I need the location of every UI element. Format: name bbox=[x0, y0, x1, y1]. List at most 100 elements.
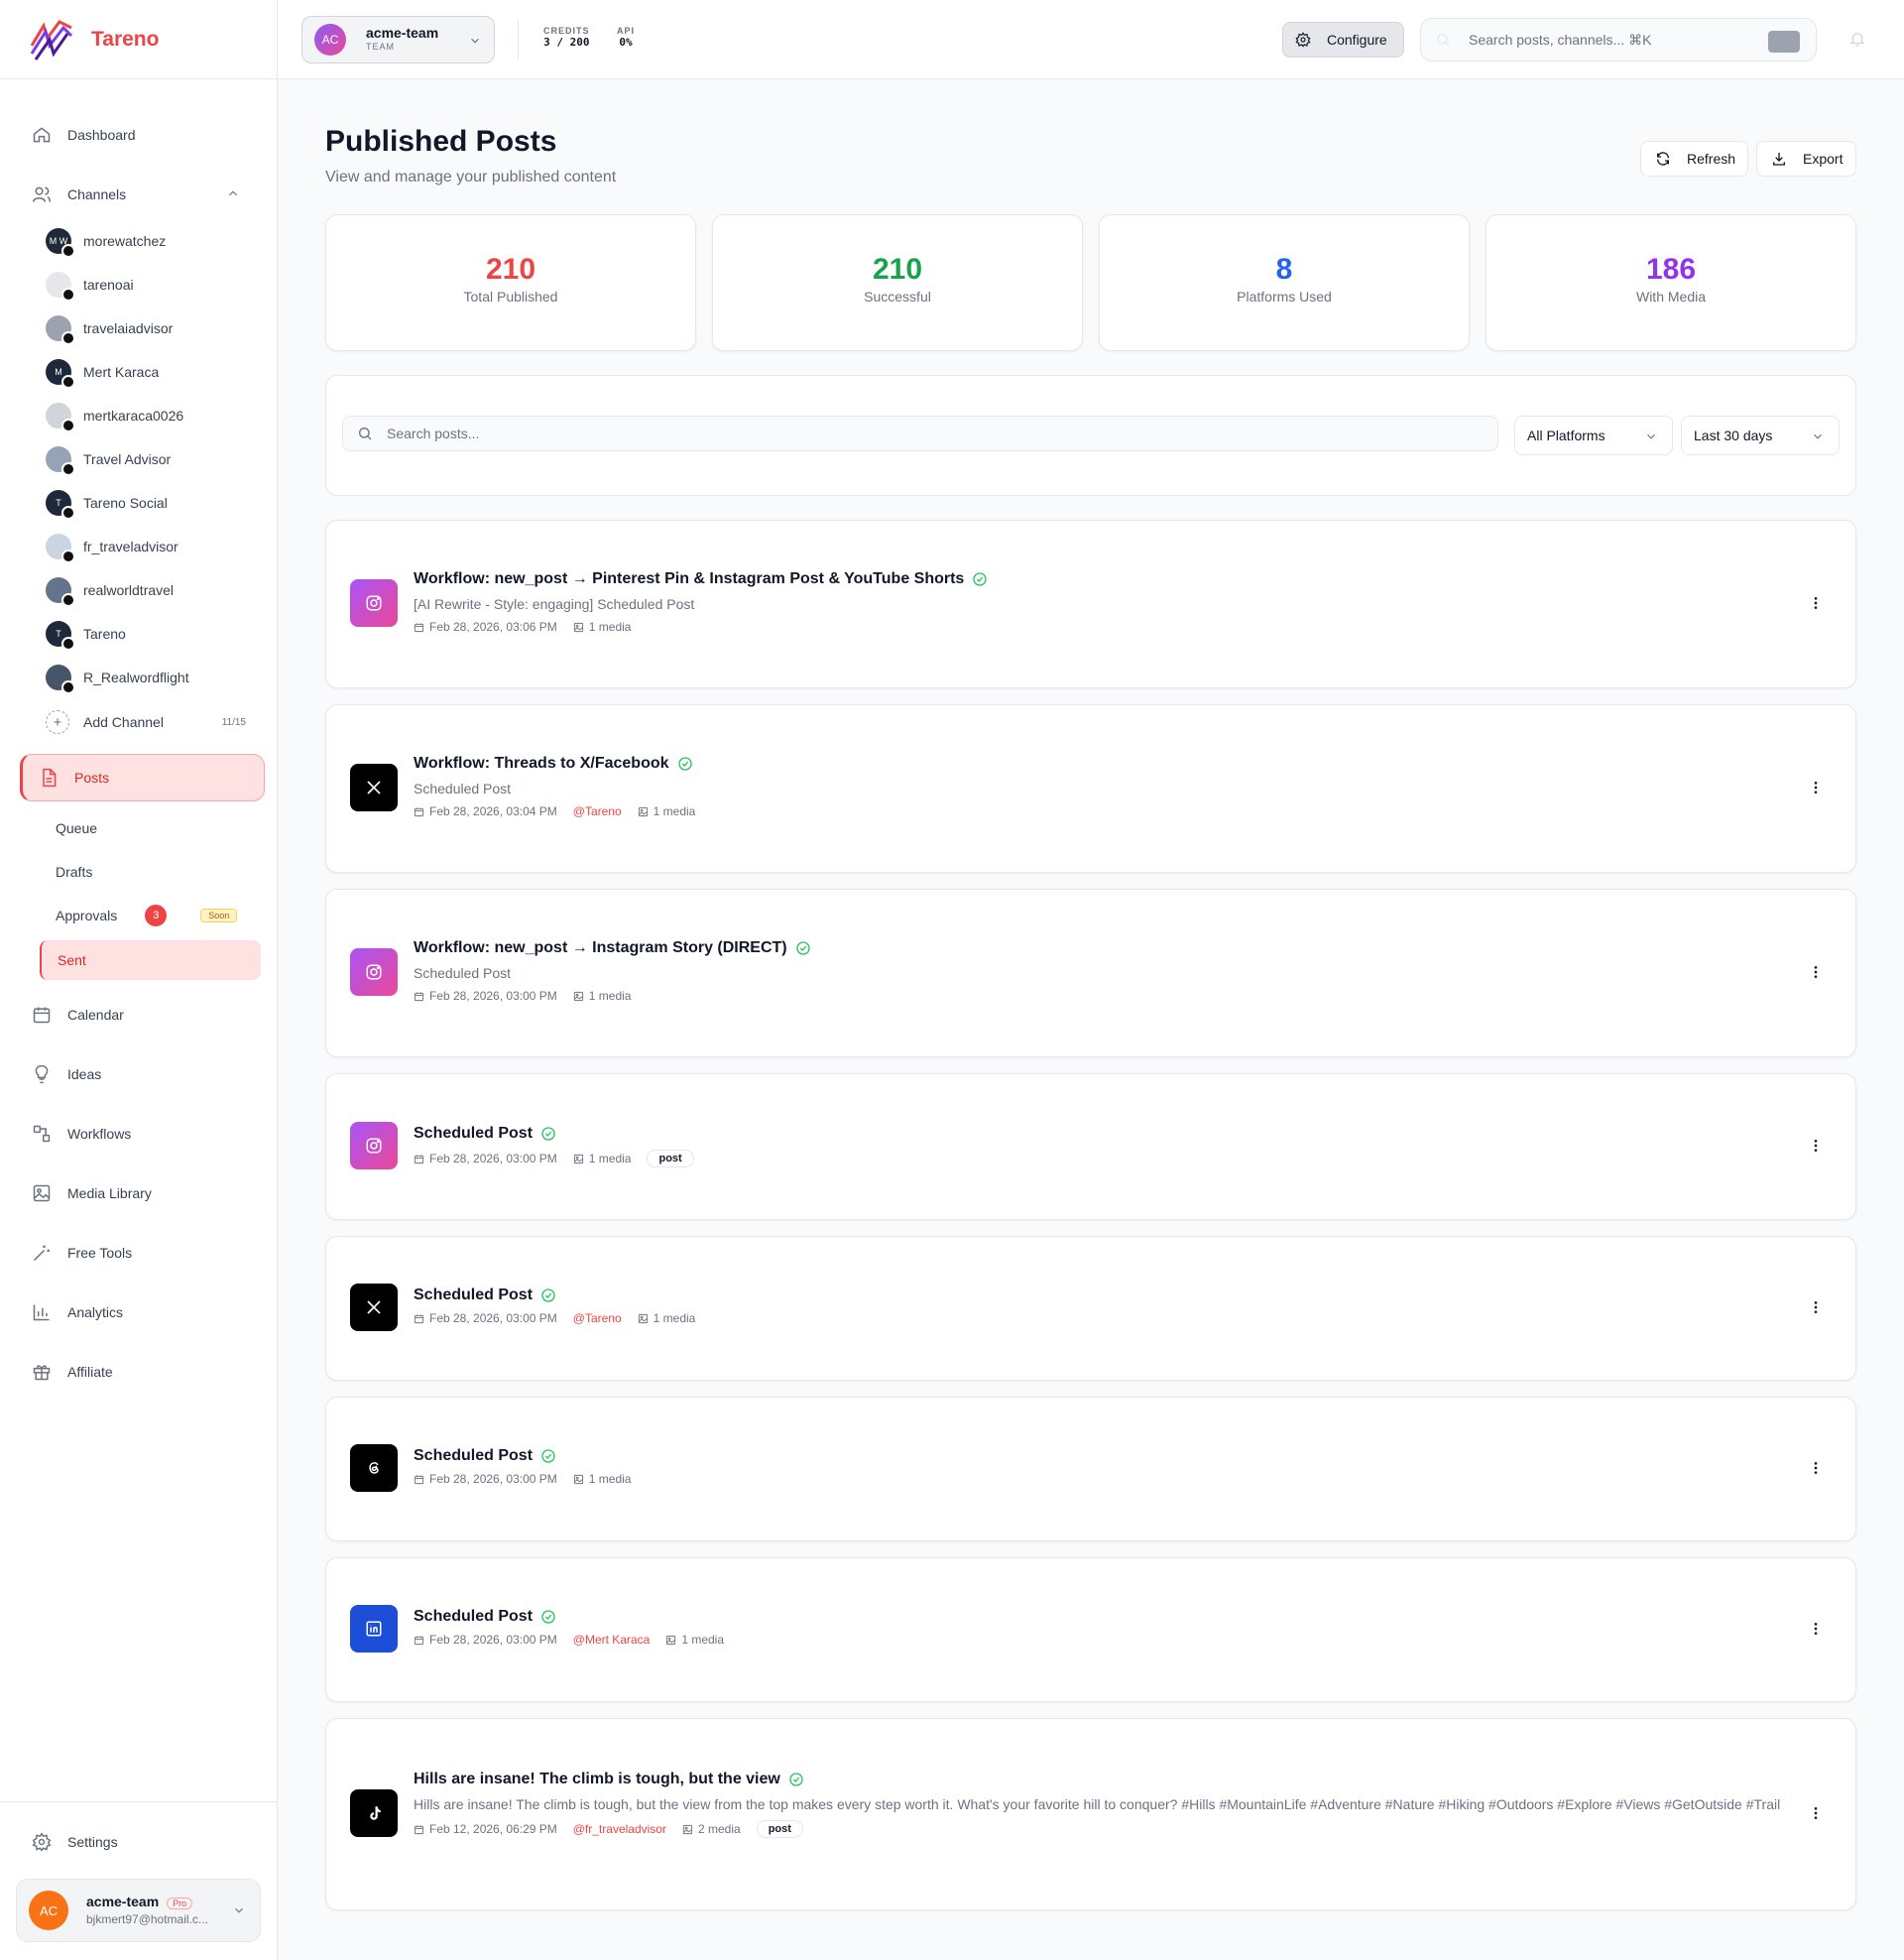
global-search[interactable] bbox=[1420, 18, 1817, 61]
sidebar-channel[interactable]: tarenoai bbox=[46, 269, 134, 302]
post-search-input[interactable] bbox=[387, 426, 1478, 441]
credits-label: CREDITS bbox=[543, 26, 590, 36]
post-meta: Feb 28, 2026, 03:06 PM 1 media bbox=[414, 620, 1796, 634]
sidebar-channel[interactable]: M Mert Karaca bbox=[46, 356, 159, 389]
tareno-logo-icon bbox=[30, 19, 73, 61]
channel-initials: M bbox=[55, 367, 62, 377]
post-card[interactable]: Workflow: new_post → Instagram Story (DI… bbox=[325, 889, 1856, 1057]
nav-analytics[interactable]: Analytics bbox=[20, 1288, 264, 1336]
nav-queue[interactable]: Queue bbox=[40, 808, 261, 848]
nav-workflows[interactable]: Workflows bbox=[20, 1110, 264, 1158]
post-title: Workflow: Threads to X/Facebook bbox=[414, 755, 669, 772]
more-options-icon[interactable] bbox=[1804, 1801, 1828, 1825]
more-options-icon[interactable] bbox=[1804, 591, 1828, 615]
platform-filter-value: All Platforms bbox=[1527, 428, 1606, 443]
nav-posts[interactable]: Posts bbox=[20, 754, 265, 801]
sidebar-channel[interactable]: R_Realwordflight bbox=[46, 662, 189, 694]
more-options-icon[interactable] bbox=[1804, 1617, 1828, 1641]
more-options-icon[interactable] bbox=[1804, 776, 1828, 799]
more-options-icon[interactable] bbox=[1804, 1134, 1828, 1158]
youtube-icon bbox=[61, 680, 75, 694]
sidebar: Tareno Dashboard Channels M W morewatchez… bbox=[0, 0, 278, 1960]
check-circle-icon bbox=[541, 1288, 555, 1302]
gear-icon bbox=[32, 1832, 52, 1852]
calendar-icon bbox=[414, 1154, 424, 1164]
post-media-text: 2 media bbox=[697, 1822, 741, 1836]
shortcut-key-badge bbox=[1768, 31, 1800, 53]
more-options-icon[interactable] bbox=[1804, 1456, 1828, 1480]
chevron-down-icon bbox=[1814, 433, 1822, 439]
post-title: Scheduled Post bbox=[414, 1286, 534, 1303]
more-options-icon[interactable] bbox=[1804, 1295, 1828, 1319]
post-card[interactable]: Scheduled Post Feb 28, 2026, 03:00 PM 1 me… bbox=[325, 1397, 1856, 1541]
brand[interactable]: Tareno bbox=[0, 0, 277, 79]
channel-avatar: M W bbox=[46, 228, 75, 258]
plan-badge: Pro bbox=[167, 1898, 193, 1909]
nav-channels[interactable]: Channels bbox=[20, 171, 264, 218]
account-switcher[interactable]: AC acme-team Pro bjkmert97@hotmail.c... bbox=[16, 1879, 261, 1942]
sidebar-channel[interactable]: T Tareno bbox=[46, 618, 126, 651]
nav-sent[interactable]: Sent bbox=[40, 940, 261, 980]
channel-name: morewatchez bbox=[83, 233, 167, 249]
x-icon bbox=[61, 637, 75, 651]
chevron-up-icon[interactable] bbox=[226, 186, 240, 200]
sidebar-channel[interactable]: mertkaraca0026 bbox=[46, 400, 183, 432]
instagram-icon bbox=[350, 1122, 398, 1169]
nav-posts-label: Posts bbox=[74, 770, 110, 786]
platform-filter[interactable]: All Platforms bbox=[1514, 416, 1673, 455]
post-card[interactable]: Hills are insane! The climb is tough, bu… bbox=[325, 1718, 1856, 1910]
post-handle[interactable]: @fr_traveladvisor bbox=[573, 1822, 666, 1836]
channel-avatar bbox=[46, 534, 75, 563]
more-options-icon[interactable] bbox=[1804, 960, 1828, 984]
nav-dashboard-label: Dashboard bbox=[67, 127, 136, 143]
sidebar-channel[interactable]: fr_traveladvisor bbox=[46, 531, 178, 563]
check-circle-icon bbox=[973, 572, 987, 586]
post-title: Scheduled Post bbox=[414, 1608, 534, 1625]
post-media-text: 1 media bbox=[588, 989, 632, 1003]
sidebar-channel[interactable]: Travel Advisor bbox=[46, 443, 172, 476]
sidebar-channel[interactable]: T Tareno Social bbox=[46, 487, 168, 520]
team-info: acme-team TEAM bbox=[366, 26, 438, 54]
post-card[interactable]: Workflow: new_post → Pinterest Pin & Ins… bbox=[325, 520, 1856, 688]
add-channel-button[interactable]: + Add Channel 11/15 bbox=[46, 706, 246, 738]
sidebar-channel[interactable]: realworldtravel bbox=[46, 574, 174, 607]
post-card[interactable]: Scheduled Post Feb 28, 2026, 03:00 PM 1 me… bbox=[325, 1073, 1856, 1220]
calendar-icon bbox=[414, 1635, 424, 1645]
stat-label: Total Published bbox=[463, 289, 558, 305]
export-button[interactable]: Export bbox=[1756, 141, 1856, 177]
post-date-text: Feb 28, 2026, 03:00 PM bbox=[429, 1152, 557, 1165]
post-date: Feb 12, 2026, 06:29 PM bbox=[414, 1822, 557, 1836]
post-card[interactable]: Scheduled Post Feb 28, 2026, 03:00 PM @Mer… bbox=[325, 1557, 1856, 1702]
bell-icon[interactable] bbox=[1848, 30, 1866, 48]
api-value: 0% bbox=[619, 36, 633, 49]
post-title: Workflow: new_post → Instagram Story (DI… bbox=[414, 939, 787, 956]
sidebar-channel[interactable]: M W morewatchez bbox=[46, 225, 167, 258]
team-switcher[interactable]: AC acme-team TEAM bbox=[301, 16, 495, 63]
post-media-count: 1 media bbox=[638, 1311, 695, 1325]
post-media-count: 1 media bbox=[638, 804, 695, 818]
nav-media-library[interactable]: Media Library bbox=[20, 1169, 264, 1217]
configure-button[interactable]: Configure bbox=[1282, 22, 1404, 58]
image-icon bbox=[573, 991, 583, 1001]
magic-wand-icon bbox=[32, 1243, 52, 1263]
nav-dashboard[interactable]: Dashboard bbox=[20, 111, 264, 159]
sidebar-channel[interactable]: travelaiadvisor bbox=[46, 312, 173, 345]
post-content: Workflow: new_post → Pinterest Pin & Ins… bbox=[414, 569, 1796, 634]
global-search-input[interactable] bbox=[1469, 32, 1756, 48]
refresh-button[interactable]: Refresh bbox=[1640, 141, 1748, 177]
date-range-filter[interactable]: Last 30 days bbox=[1681, 416, 1840, 455]
nav-drafts[interactable]: Drafts bbox=[40, 852, 261, 892]
channel-name: Travel Advisor bbox=[83, 451, 172, 467]
post-handle[interactable]: @Mert Karaca bbox=[573, 1633, 651, 1647]
nav-ideas[interactable]: Ideas bbox=[20, 1050, 264, 1098]
nav-free-tools[interactable]: Free Tools bbox=[20, 1229, 264, 1277]
post-search[interactable] bbox=[342, 416, 1498, 451]
nav-calendar[interactable]: Calendar bbox=[20, 991, 264, 1039]
post-handle[interactable]: @Tareno bbox=[573, 804, 622, 818]
nav-approvals[interactable]: Approvals 3 Soon bbox=[40, 896, 261, 935]
nav-settings[interactable]: Settings bbox=[20, 1818, 264, 1866]
nav-affiliate[interactable]: Affiliate bbox=[20, 1348, 264, 1396]
post-card[interactable]: Scheduled Post Feb 28, 2026, 03:00 PM @Tar… bbox=[325, 1236, 1856, 1381]
post-handle[interactable]: @Tareno bbox=[573, 1311, 622, 1325]
post-card[interactable]: Workflow: Threads to X/Facebook Scheduled… bbox=[325, 704, 1856, 873]
